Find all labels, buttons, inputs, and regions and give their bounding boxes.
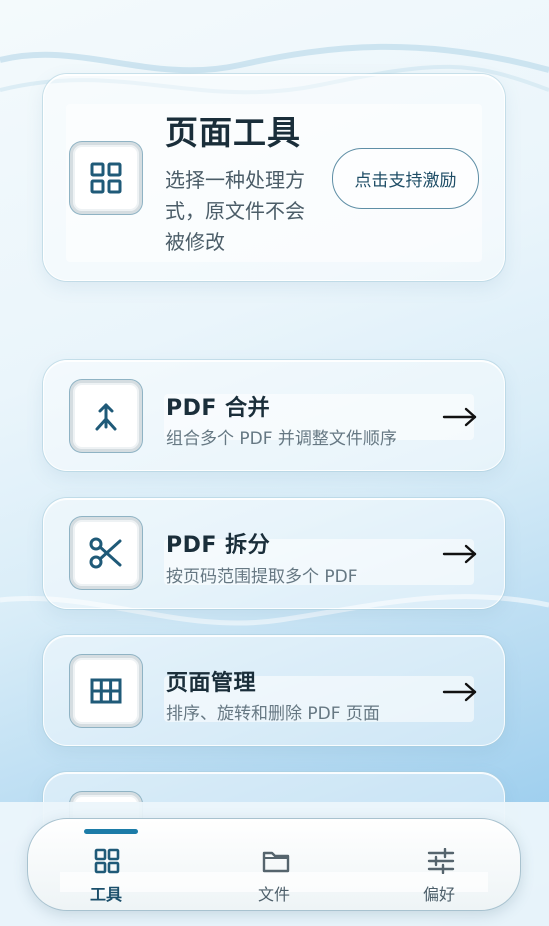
merge-icon-tile <box>70 380 142 452</box>
page-description: 选择一种处理方式，原文件不会被修改 <box>165 168 305 254</box>
scissors-icon-tile <box>70 517 142 589</box>
tool-title: PDF 合并 <box>166 396 271 421</box>
table-grid-icon-tile <box>70 655 142 727</box>
tool-description: 排序、旋转和删除 PDF 页面 <box>166 704 380 724</box>
page-tools-icon-tile <box>70 142 142 214</box>
grid-icon <box>90 162 122 194</box>
folder-icon <box>262 851 290 873</box>
scissors-icon <box>89 537 122 569</box>
bottom-navigation: 工具 文件 偏好 <box>27 818 521 911</box>
arrow-right-icon[interactable] <box>441 544 479 564</box>
sliders-icon <box>427 848 455 874</box>
merge-icon <box>95 403 117 431</box>
tool-title: PDF 拆分 <box>166 533 271 558</box>
table-grid-icon <box>90 678 122 704</box>
nav-item-tools[interactable]: 工具 <box>56 819 156 912</box>
grid-icon <box>94 848 120 874</box>
arrow-right-icon[interactable] <box>441 682 479 702</box>
tool-title: 页面管理 <box>166 671 257 696</box>
nav-label: 偏好 <box>422 885 455 904</box>
nav-label: 文件 <box>257 885 290 904</box>
nav-item-preferences[interactable]: 偏好 <box>389 819 489 912</box>
tool-description: 按页码范围提取多个 PDF <box>166 567 358 587</box>
active-tab-indicator <box>84 829 138 834</box>
tool-description: 组合多个 PDF 并调整文件顺序 <box>166 429 397 449</box>
arrow-right-icon[interactable] <box>441 407 479 427</box>
nav-label: 工具 <box>89 885 122 904</box>
nav-item-files[interactable]: 文件 <box>224 819 324 912</box>
support-button[interactable]: 点击支持激励 <box>332 148 479 209</box>
page-title: 页面工具 <box>165 113 301 152</box>
